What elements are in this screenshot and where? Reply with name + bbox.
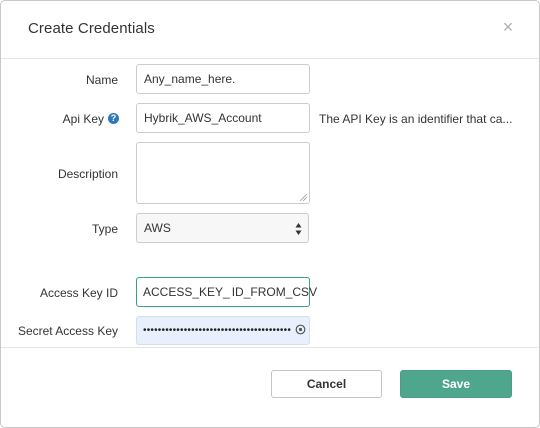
name-input[interactable]: Any_name_here. [136,64,310,94]
name-label: Name [85,73,118,87]
access-key-id-value-start: ACCESS_KEY_ [143,285,230,299]
api-key-input[interactable]: Hybrik_AWS_Account [136,103,310,133]
name-input-value: Any_name_here. [144,72,236,86]
dialog-title: Create Credentials [28,20,155,37]
close-icon[interactable]: × [500,18,516,36]
select-arrows-icon [295,223,302,235]
key-reveal-icon[interactable] [295,324,306,335]
dialog-header: Create Credentials × [1,1,539,59]
access-key-id-value-end: ID_FROM_CSV [231,285,318,299]
access-key-id-input[interactable]: ACCESS_KEY_ ID_FROM_CSV [136,277,317,307]
access-key-id-label: Access Key ID [39,286,118,300]
secret-access-key-masked: •••••••••••••••••••••••••••••••••••••••• [143,325,292,336]
api-key-label: Api Key [62,112,104,126]
description-label: Description [57,167,118,181]
resize-grip-icon[interactable] [299,193,307,201]
description-textarea[interactable] [136,142,310,204]
api-key-hint: The API Key is an identifier that ca... [319,112,513,126]
create-credentials-dialog: Create Credentials × Name Any_name_here.… [0,0,540,428]
question-circle-icon[interactable]: ? [108,113,119,124]
save-button[interactable]: Save [400,370,512,398]
type-label: Type [91,222,118,236]
cancel-button[interactable]: Cancel [271,370,382,398]
secret-access-key-input[interactable]: •••••••••••••••••••••••••••••••••••••••• [136,316,310,345]
api-key-input-value: Hybrik_AWS_Account [144,111,262,125]
type-select[interactable]: AWS [136,213,309,243]
secret-access-key-label: Secret Access Key [17,324,118,338]
type-selected-value: AWS [144,221,171,235]
